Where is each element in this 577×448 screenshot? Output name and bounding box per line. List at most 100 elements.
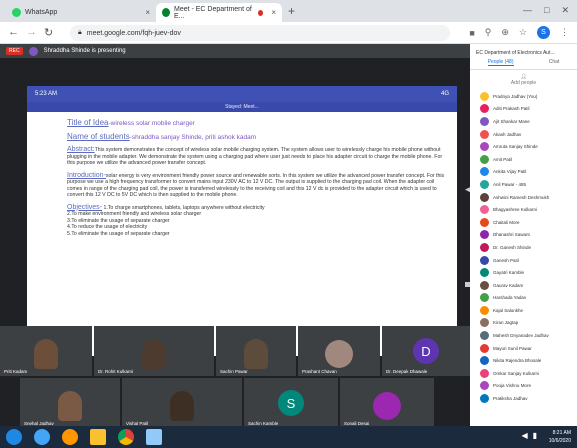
meet-stage: REC Shraddha Shinde is presenting 5:23 A… xyxy=(0,44,472,428)
participant-row[interactable]: Anil Pawar - 485 xyxy=(470,178,577,191)
participant-list: Pradnya Jadhav (You) Aditi Prakash Patil A… xyxy=(470,90,577,405)
new-tab-button[interactable]: + xyxy=(288,4,295,18)
participant-row[interactable]: Harshada Yadav xyxy=(470,292,577,305)
url-field[interactable]: 🔒︎ meet.google.com/fqh-juev-dov xyxy=(70,25,450,41)
participant-row[interactable]: Aditi Prakash Patil xyxy=(470,103,577,116)
participant-name: Pradnya Jadhav (You) xyxy=(493,93,538,99)
app-icon[interactable] xyxy=(146,429,162,445)
participant-video xyxy=(34,338,58,369)
avatar xyxy=(480,154,489,164)
ie-icon[interactable] xyxy=(34,429,50,445)
menu-icon[interactable]: ⋮ xyxy=(560,27,569,38)
participant-row[interactable]: Mahesh Dnyanadev Jadhav xyxy=(470,329,577,342)
participant-row[interactable]: Ganesh Patil xyxy=(470,254,577,267)
speaker-icon[interactable]: ◀ xyxy=(521,431,527,440)
key-icon[interactable]: ⚲ xyxy=(485,27,492,38)
close-tab-icon[interactable]: × xyxy=(145,8,150,17)
participant-row[interactable]: Pratiksha Jadhav xyxy=(470,392,577,405)
participant-row[interactable]: Chaitali More xyxy=(470,216,577,229)
tab-people[interactable]: People (48) xyxy=(487,59,514,66)
participant-row[interactable]: Dr. Ganesh Shinde xyxy=(470,241,577,254)
clock[interactable]: 8:21 AM 10/6/2020 xyxy=(549,429,571,445)
participant-row[interactable]: Dhanashri Sawant xyxy=(470,229,577,242)
tile-name: Dr. Rohit Kulkarni xyxy=(98,369,134,374)
close-window-icon[interactable]: ✕ xyxy=(561,5,569,16)
participant-video xyxy=(142,338,166,369)
participant-tiles: Priti Kadam Dr. Rohit Kulkarni Sachin Pa… xyxy=(0,326,470,428)
participant-photo xyxy=(325,339,353,368)
presenter-text: Shraddha Shinde is presenting xyxy=(43,48,126,54)
tab-meet[interactable]: Meet - EC Department of E... × xyxy=(156,3,282,22)
add-people-button[interactable]: 👤︎ Add people xyxy=(470,70,577,90)
participant-name: Amruta Sanjay Shinde xyxy=(493,144,538,150)
browser-toolbar: ■ ⚲ ⊕ ☆ S ⋮ xyxy=(469,26,569,39)
system-tray: ◀ ▮ xyxy=(521,431,537,440)
zoom-icon[interactable]: ⊕ xyxy=(501,27,509,38)
participant-row[interactable]: Omkar Sanjay Kulkarni xyxy=(470,367,577,380)
forward-icon[interactable]: → xyxy=(26,26,37,38)
participant-row[interactable]: Pooja Vishnu More xyxy=(470,380,577,393)
participant-tile[interactable]: S Sachin Kamble xyxy=(244,378,338,428)
participant-row[interactable]: Ajit Shankar Mane xyxy=(470,115,577,128)
participant-tile[interactable]: Vishal Patil xyxy=(122,378,242,428)
participant-name: Kiran Jagtap xyxy=(493,320,519,326)
participant-tile[interactable]: Snehal Jadhav xyxy=(20,378,120,428)
profile-avatar[interactable]: S xyxy=(537,26,550,39)
minimize-icon[interactable]: — xyxy=(523,5,532,16)
tile-name: Dr. Deepak Dhawale xyxy=(386,369,428,374)
participant-tile[interactable]: Sonali Desai xyxy=(340,378,434,428)
avatar xyxy=(480,394,489,404)
participant-name: Gayatri Kamble xyxy=(493,270,525,276)
maximize-icon[interactable]: □ xyxy=(544,5,549,16)
avatar xyxy=(480,129,489,139)
participant-row[interactable]: Akash Jadhav xyxy=(470,128,577,141)
chrome-icon[interactable] xyxy=(118,429,134,445)
participant-row[interactable]: Ankita Vijay Patil xyxy=(470,166,577,179)
participant-row[interactable]: Nikita Rajendra Bhosale xyxy=(470,354,577,367)
students-value: -shraddha sanjay Shinde, priti ashok kad… xyxy=(129,133,257,141)
avatar xyxy=(480,305,489,315)
close-tab-icon[interactable]: × xyxy=(271,8,276,17)
participant-row[interactable]: Amit Patil xyxy=(470,153,577,166)
participant-row[interactable]: Ashwini Ramesh Deshmukh xyxy=(470,191,577,204)
folder-icon[interactable] xyxy=(90,429,106,445)
participant-tile[interactable]: Dr. Rohit Kulkarni xyxy=(94,326,214,376)
participant-tile[interactable]: Priti Kadam xyxy=(0,326,92,376)
meet-icon xyxy=(162,8,170,17)
participant-row[interactable]: Gayatri Kamble xyxy=(470,266,577,279)
clock-time: 8:21 AM xyxy=(552,430,571,436)
participant-row[interactable]: Pradnya Jadhav (You) xyxy=(470,90,577,103)
participant-row[interactable]: Kajal Salunkhe xyxy=(470,304,577,317)
participant-tile[interactable]: Prashant Chavan xyxy=(298,326,380,376)
reload-icon[interactable]: ↻ xyxy=(44,26,53,39)
people-panel: EC Department of Electronics Aut... Peop… xyxy=(470,44,577,426)
participant-row[interactable]: Bhagyashree Kulkarni xyxy=(470,203,577,216)
participant-tile[interactable]: D Dr. Deepak Dhawale xyxy=(382,326,470,376)
back-icon[interactable]: ← xyxy=(8,26,19,38)
star-icon[interactable]: ☆ xyxy=(519,27,527,38)
tab-whatsapp[interactable]: WhatsApp × xyxy=(6,3,156,22)
tab-chat[interactable]: Chat xyxy=(549,59,560,66)
participant-row[interactable]: Amruta Sanjay Shinde xyxy=(470,140,577,153)
participant-tile[interactable]: Sachin Pawar xyxy=(216,326,296,376)
avatar xyxy=(480,268,489,278)
avatar xyxy=(480,104,489,114)
participant-row[interactable]: Kiran Jagtap xyxy=(470,317,577,330)
presenter-bar: REC Shraddha Shinde is presenting xyxy=(0,44,470,58)
avatar xyxy=(480,255,489,265)
participant-name: Gaurav Kadam xyxy=(493,282,524,288)
participant-row[interactable]: Mayuri Sunil Pawar xyxy=(470,342,577,355)
intro-label: Introduction- xyxy=(67,171,106,179)
avatar xyxy=(480,356,489,366)
participant-name: Dhanashri Sawant xyxy=(493,232,530,238)
phone-subtitle: Stayed: Meet... xyxy=(27,102,457,112)
presenter-avatar xyxy=(28,46,38,56)
network-icon[interactable]: ▮ xyxy=(533,431,537,440)
lock-icon: 🔒︎ xyxy=(78,29,82,36)
media-icon[interactable] xyxy=(62,429,78,445)
camera-icon[interactable]: ■ xyxy=(469,28,474,38)
clock-date: 10/6/2020 xyxy=(548,438,571,444)
participant-row[interactable]: Gaurav Kadam xyxy=(470,279,577,292)
participant-video xyxy=(170,390,194,421)
start-icon[interactable] xyxy=(6,429,22,445)
